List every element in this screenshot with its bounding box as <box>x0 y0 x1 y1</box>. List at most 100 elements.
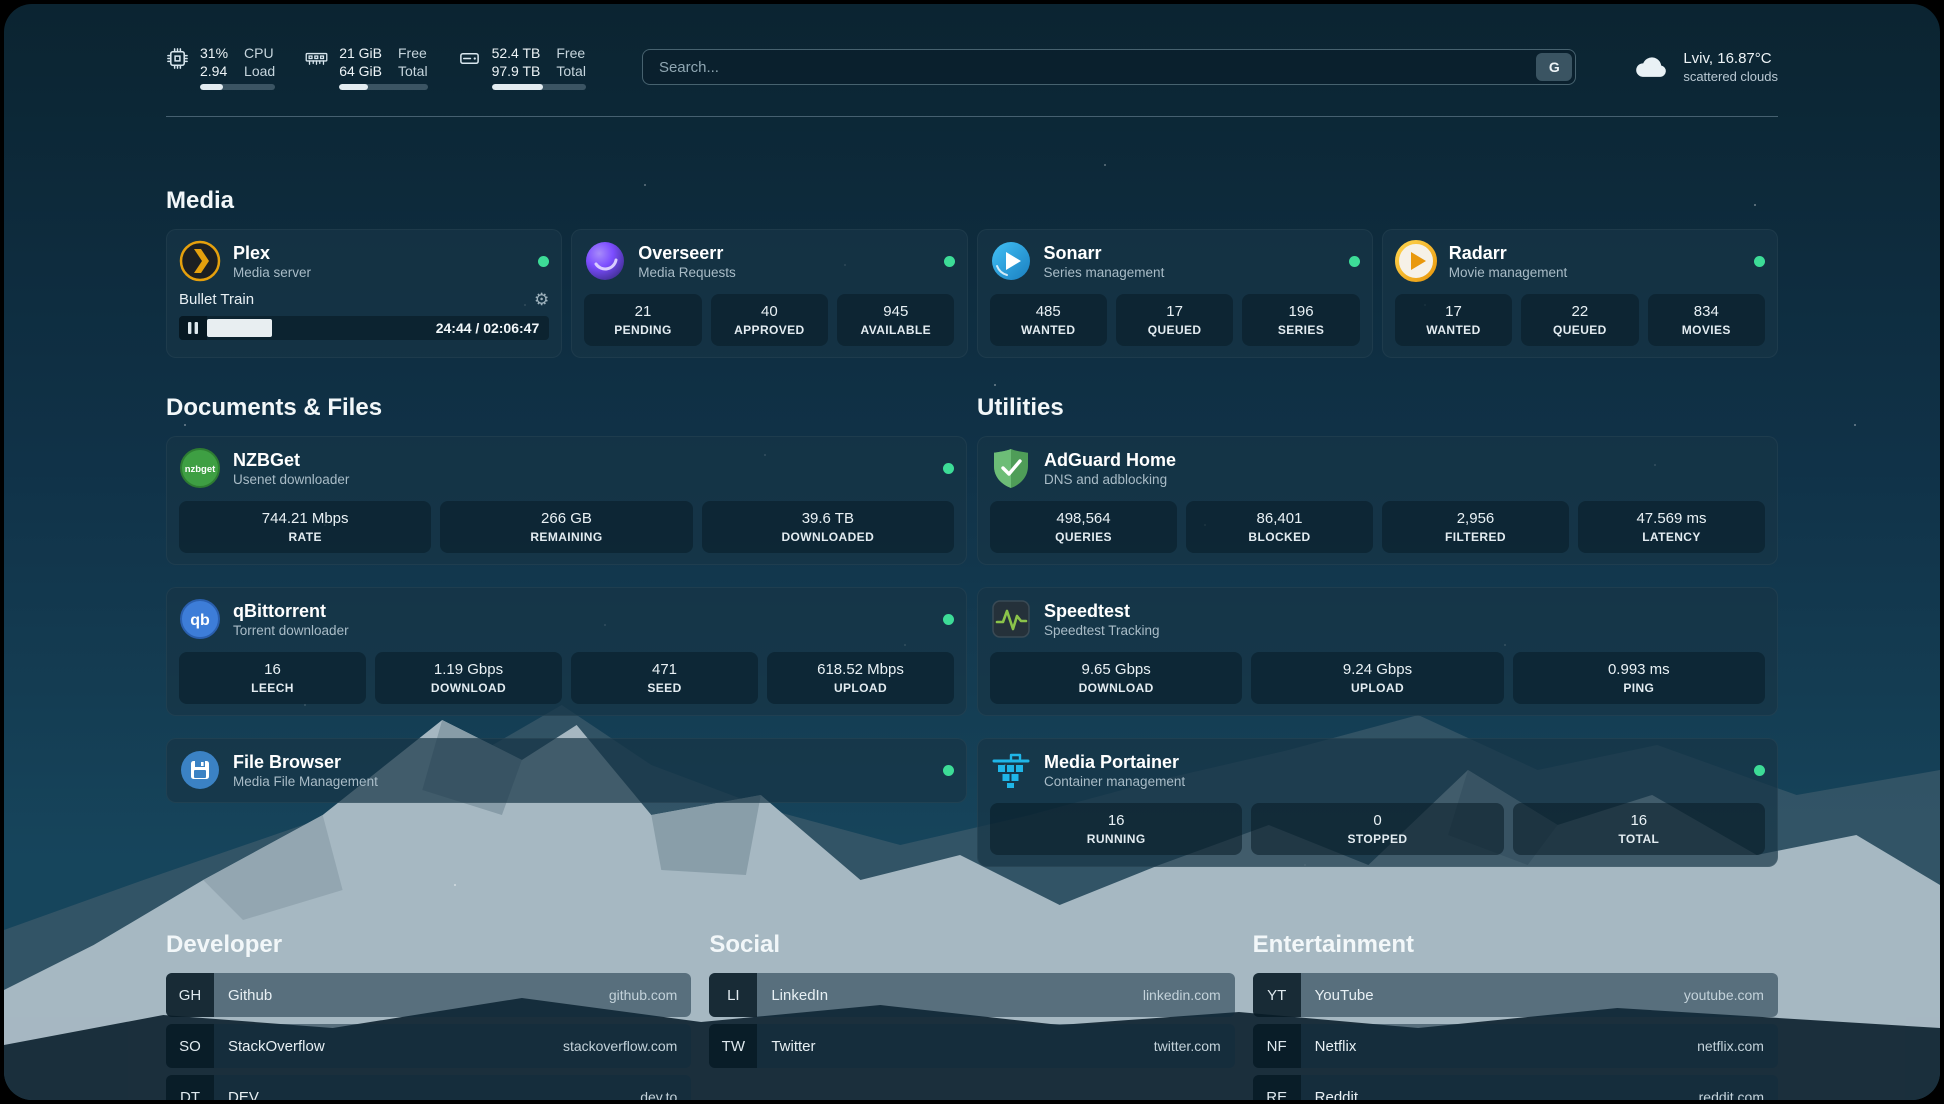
cloud-icon <box>1632 54 1670 81</box>
stat-upload: 618.52 MbpsUPLOAD <box>767 652 954 704</box>
stat-remaining: 266 GBREMAINING <box>440 501 692 553</box>
stat-download: 9.65 GbpsDOWNLOAD <box>990 652 1242 704</box>
pause-icon <box>188 322 198 334</box>
service-stats: 16RUNNING 0STOPPED 16TOTAL <box>990 803 1765 855</box>
stat-movies: 834MOVIES <box>1648 294 1765 346</box>
stat-queries: 498,564QUERIES <box>990 501 1177 553</box>
service-description: Speedtest Tracking <box>1044 623 1160 638</box>
gear-icon[interactable]: ⚙ <box>534 291 549 308</box>
service-stats: 744.21 MbpsRATE 266 GBREMAINING 39.6 TBD… <box>179 501 954 553</box>
plex-icon <box>179 240 221 282</box>
stat-latency: 47.569 msLATENCY <box>1578 501 1765 553</box>
service-card-qbittorrent[interactable]: qb qBittorrent Torrent downloader 16LEEC… <box>166 587 967 716</box>
search-bar: G <box>642 49 1576 85</box>
section-title-documents: Documents & Files <box>166 394 967 422</box>
stat-seed: 471SEED <box>571 652 758 704</box>
memory-free-value: 21 GiB <box>339 44 382 62</box>
service-stats: 485WANTED 17QUEUED 196SERIES <box>990 294 1360 346</box>
service-name: Speedtest <box>1044 600 1160 622</box>
bookmark-url: github.com <box>609 987 691 1003</box>
service-card-adguard[interactable]: AdGuard Home DNS and adblocking 498,564Q… <box>977 436 1778 565</box>
section-title-media: Media <box>166 187 1778 215</box>
stat-blocked: 86,401BLOCKED <box>1186 501 1373 553</box>
service-card-nzbget[interactable]: nzbget NZBGet Usenet downloader 744.21 M… <box>166 436 967 565</box>
stat-total: 16TOTAL <box>1513 803 1765 855</box>
bookmark-name: YouTube <box>1301 987 1374 1004</box>
stat-running: 16RUNNING <box>990 803 1242 855</box>
resource-widgets: 31% CPU 2.94 Load 21 GiB <box>166 44 586 90</box>
bookmark-dev[interactable]: DT DEV dev.to <box>166 1075 691 1100</box>
documents-column: Documents & Files nzbget NZBGet Usenet d… <box>166 394 967 867</box>
top-bar: 31% CPU 2.94 Load 21 GiB <box>166 44 1778 90</box>
dashboard-window: 31% CPU 2.94 Load 21 GiB <box>4 4 1940 1100</box>
sonarr-icon <box>990 240 1032 282</box>
stat-pending: 21PENDING <box>584 294 701 346</box>
bookmark-stackoverflow[interactable]: SO StackOverflow stackoverflow.com <box>166 1024 691 1068</box>
memory-widget: 21 GiB Free 64 GiB Total <box>305 44 427 90</box>
utilities-column: Utilities <box>977 394 1778 867</box>
disk-progressbar <box>492 84 586 90</box>
svg-text:qb: qb <box>190 612 210 629</box>
bookmark-name: StackOverflow <box>214 1038 325 1055</box>
service-card-plex[interactable]: Plex Media server Bullet Train ⚙ 24:44 /… <box>166 229 562 358</box>
bookmark-name: Github <box>214 987 272 1004</box>
status-dot <box>943 463 954 474</box>
cpu-load-value: 2.94 <box>200 62 228 80</box>
search-provider-button[interactable]: G <box>1536 53 1572 81</box>
playback-time: 24:44 / 02:06:47 <box>436 320 550 336</box>
bookmark-name: Netflix <box>1301 1038 1357 1055</box>
overseerr-icon <box>584 240 626 282</box>
stat-wanted: 17WANTED <box>1395 294 1512 346</box>
stat-stopped: 0STOPPED <box>1251 803 1503 855</box>
media-cards-row: Plex Media server Bullet Train ⚙ 24:44 /… <box>166 229 1778 358</box>
bookmark-group-developer: Developer GH Github github.com SO StackO… <box>166 931 691 1100</box>
adguard-icon <box>990 447 1032 489</box>
section-title-entertainment: Entertainment <box>1253 931 1778 959</box>
service-description: Movie management <box>1449 265 1568 280</box>
stat-download: 1.19 GbpsDOWNLOAD <box>375 652 562 704</box>
stat-available: 945AVAILABLE <box>837 294 954 346</box>
service-name: AdGuard Home <box>1044 449 1176 471</box>
service-card-overseerr[interactable]: Overseerr Media Requests 21PENDING 40APP… <box>571 229 967 358</box>
cpu-icon <box>166 47 189 70</box>
service-card-sonarr[interactable]: Sonarr Series management 485WANTED 17QUE… <box>977 229 1373 358</box>
service-name: qBittorrent <box>233 600 349 622</box>
disk-total-value: 97.9 TB <box>492 62 541 80</box>
service-name: Radarr <box>1449 242 1568 264</box>
bookmark-netflix[interactable]: NF Netflix netflix.com <box>1253 1024 1778 1068</box>
bookmark-abbr: SO <box>166 1024 214 1068</box>
service-name: File Browser <box>233 751 378 773</box>
plex-player-bar: 24:44 / 02:06:47 <box>179 316 549 340</box>
bookmark-url: twitter.com <box>1154 1038 1235 1054</box>
status-dot <box>538 256 549 267</box>
bookmark-abbr: NF <box>1253 1024 1301 1068</box>
stat-queued: 17QUEUED <box>1116 294 1233 346</box>
service-card-radarr[interactable]: Radarr Movie management 17WANTED 22QUEUE… <box>1382 229 1778 358</box>
disk-free-value: 52.4 TB <box>492 44 541 62</box>
disk-icon <box>458 47 481 70</box>
stat-rate: 744.21 MbpsRATE <box>179 501 431 553</box>
portainer-icon <box>990 749 1032 791</box>
service-stats: 21PENDING 40APPROVED 945AVAILABLE <box>584 294 954 346</box>
bookmark-linkedin[interactable]: LI LinkedIn linkedin.com <box>709 973 1234 1017</box>
bookmark-url: dev.to <box>640 1089 691 1100</box>
speedtest-icon <box>990 598 1032 640</box>
memory-progressbar <box>339 84 427 90</box>
service-name: NZBGet <box>233 449 349 471</box>
stat-upload: 9.24 GbpsUPLOAD <box>1251 652 1503 704</box>
bookmark-youtube[interactable]: YT YouTube youtube.com <box>1253 973 1778 1017</box>
radarr-icon <box>1395 240 1437 282</box>
service-card-speedtest[interactable]: Speedtest Speedtest Tracking 9.65 GbpsDO… <box>977 587 1778 716</box>
stat-leech: 16LEECH <box>179 652 366 704</box>
bookmark-reddit[interactable]: RE Reddit reddit.com <box>1253 1075 1778 1100</box>
service-card-filebrowser[interactable]: File Browser Media File Management <box>166 738 967 803</box>
bookmark-github[interactable]: GH Github github.com <box>166 973 691 1017</box>
bookmark-abbr: LI <box>709 973 757 1017</box>
search-input[interactable] <box>642 49 1576 85</box>
service-description: DNS and adblocking <box>1044 472 1176 487</box>
pause-button[interactable] <box>179 316 207 340</box>
bookmark-name: Twitter <box>757 1038 815 1055</box>
bookmark-twitter[interactable]: TW Twitter twitter.com <box>709 1024 1234 1068</box>
service-card-portainer[interactable]: Media Portainer Container management 16R… <box>977 738 1778 867</box>
service-description: Container management <box>1044 774 1185 789</box>
